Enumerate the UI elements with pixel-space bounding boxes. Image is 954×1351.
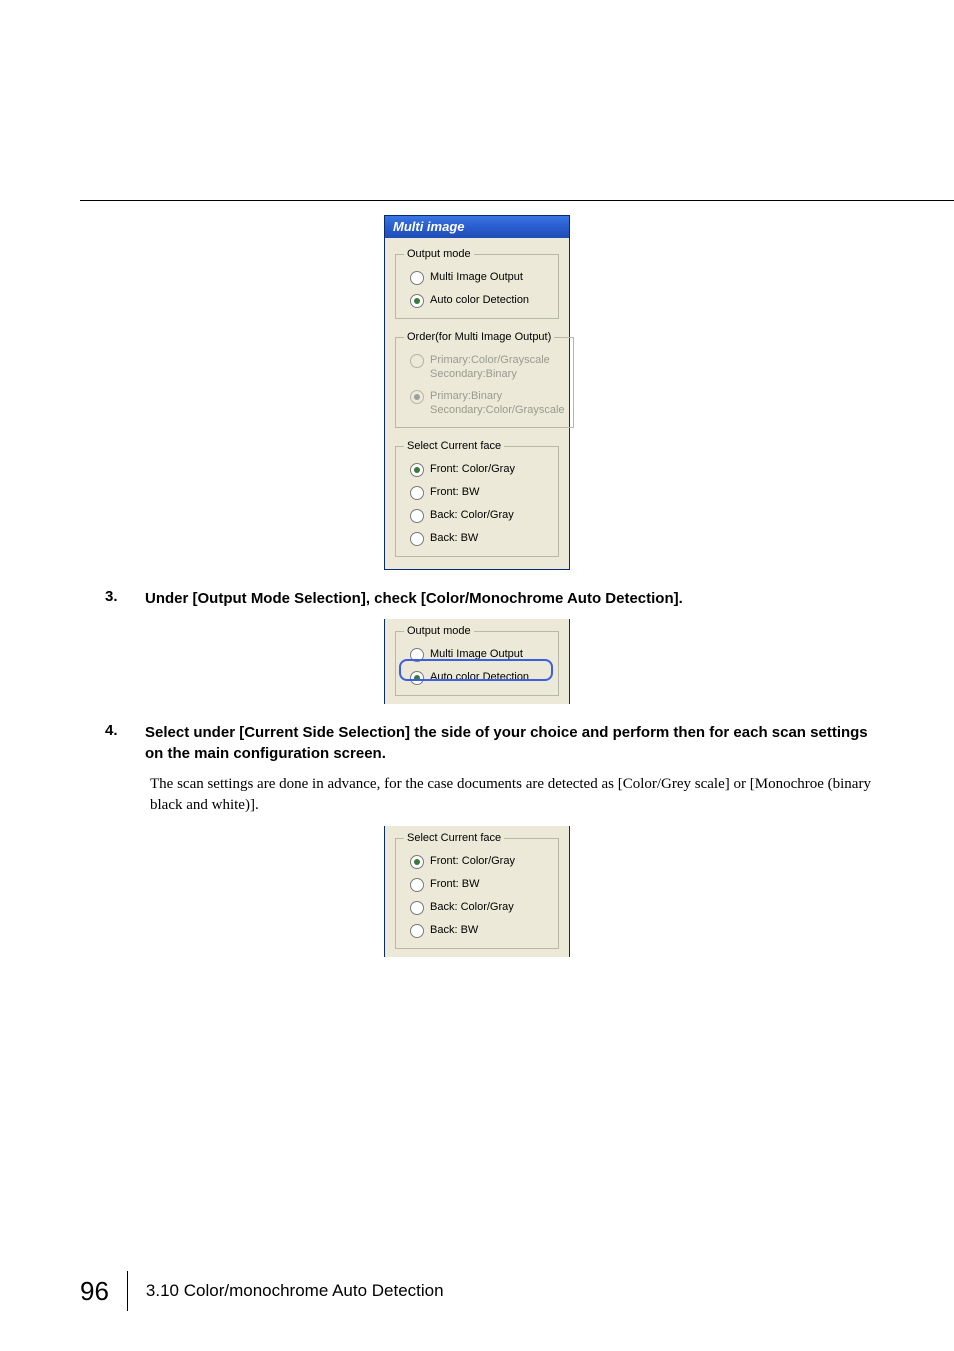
step-4: 4. Select under [Current Side Selection]… bbox=[105, 722, 874, 764]
radio-label: Multi Image Output bbox=[430, 270, 523, 284]
radio-back-bw[interactable]: Back: BW bbox=[404, 529, 550, 548]
radio-icon bbox=[410, 509, 424, 523]
output-mode-snippet: Output mode Multi Image Output Auto colo… bbox=[384, 619, 570, 704]
body-paragraph: The scan settings are done in advance, f… bbox=[150, 774, 874, 816]
radio-label: Front: Color/Gray bbox=[430, 854, 515, 868]
radio-label: Primary:Color/Grayscale Secondary:Binary bbox=[430, 353, 550, 381]
output-mode-legend: Output mode bbox=[404, 625, 474, 637]
output-mode-legend: Output mode bbox=[404, 248, 474, 260]
radio-order-opt1: Primary:Color/Grayscale Secondary:Binary bbox=[404, 351, 565, 383]
radio-order-opt2: Primary:Binary Secondary:Color/Grayscale bbox=[404, 387, 565, 419]
footer-section-title: 3.10 Color/monochrome Auto Detection bbox=[146, 1281, 444, 1301]
step-number: 3. bbox=[105, 588, 125, 605]
radio-icon bbox=[410, 390, 424, 404]
step-text: Under [Output Mode Selection], check [Co… bbox=[145, 588, 874, 609]
radio-icon bbox=[410, 463, 424, 477]
radio-label: Back: Color/Gray bbox=[430, 900, 514, 914]
radio-label: Front: BW bbox=[430, 877, 480, 891]
radio-auto-color-detection[interactable]: Auto color Detection bbox=[404, 291, 550, 310]
radio-back-color[interactable]: Back: Color/Gray bbox=[404, 898, 550, 917]
radio-icon bbox=[410, 924, 424, 938]
radio-label: Front: BW bbox=[430, 485, 480, 499]
order-legend: Order(for Multi Image Output) bbox=[404, 331, 554, 343]
multi-image-dialog: Multi image Output mode Multi Image Outp… bbox=[384, 215, 570, 570]
radio-auto-color-detection[interactable]: Auto color Detection bbox=[404, 668, 550, 687]
radio-front-color[interactable]: Front: Color/Gray bbox=[404, 460, 550, 479]
radio-front-bw[interactable]: Front: BW bbox=[404, 483, 550, 502]
page-footer: 96 3.10 Color/monochrome Auto Detection bbox=[80, 1271, 874, 1311]
radio-label: Multi Image Output bbox=[430, 647, 523, 661]
radio-icon bbox=[410, 648, 424, 662]
radio-front-bw[interactable]: Front: BW bbox=[404, 875, 550, 894]
radio-label: Back: Color/Gray bbox=[430, 508, 514, 522]
current-face-group-snippet: Select Current face Front: Color/Gray Fr… bbox=[395, 832, 559, 949]
radio-label: Back: BW bbox=[430, 923, 478, 937]
current-face-legend: Select Current face bbox=[404, 832, 504, 844]
radio-label: Back: BW bbox=[430, 531, 478, 545]
radio-back-bw[interactable]: Back: BW bbox=[404, 921, 550, 940]
radio-multi-image-output[interactable]: Multi Image Output bbox=[404, 268, 550, 287]
radio-front-color[interactable]: Front: Color/Gray bbox=[404, 852, 550, 871]
current-face-group: Select Current face Front: Color/Gray Fr… bbox=[395, 440, 559, 557]
radio-back-color[interactable]: Back: Color/Gray bbox=[404, 506, 550, 525]
step-number: 4. bbox=[105, 722, 125, 739]
radio-label: Auto color Detection bbox=[430, 293, 529, 307]
current-face-legend: Select Current face bbox=[404, 440, 504, 452]
output-mode-group: Output mode Multi Image Output Auto colo… bbox=[395, 248, 559, 319]
current-face-snippet: Select Current face Front: Color/Gray Fr… bbox=[384, 826, 570, 957]
radio-icon bbox=[410, 901, 424, 915]
footer-divider bbox=[127, 1271, 128, 1311]
radio-icon bbox=[410, 532, 424, 546]
radio-icon bbox=[410, 486, 424, 500]
page-number: 96 bbox=[80, 1276, 109, 1307]
radio-icon bbox=[410, 354, 424, 368]
radio-icon bbox=[410, 294, 424, 308]
radio-icon bbox=[410, 878, 424, 892]
radio-icon bbox=[410, 271, 424, 285]
step-text: Select under [Current Side Selection] th… bbox=[145, 722, 874, 764]
radio-label: Primary:Binary Secondary:Color/Grayscale bbox=[430, 389, 565, 417]
order-group: Order(for Multi Image Output) Primary:Co… bbox=[395, 331, 574, 428]
radio-label: Front: Color/Gray bbox=[430, 462, 515, 476]
step-3: 3. Under [Output Mode Selection], check … bbox=[105, 588, 874, 609]
radio-multi-image-output[interactable]: Multi Image Output bbox=[404, 645, 550, 664]
header-rule bbox=[80, 200, 954, 201]
output-mode-group-snippet: Output mode Multi Image Output Auto colo… bbox=[395, 625, 559, 696]
radio-icon bbox=[410, 671, 424, 685]
dialog-title: Multi image bbox=[385, 216, 569, 238]
radio-icon bbox=[410, 855, 424, 869]
radio-label: Auto color Detection bbox=[430, 670, 529, 684]
